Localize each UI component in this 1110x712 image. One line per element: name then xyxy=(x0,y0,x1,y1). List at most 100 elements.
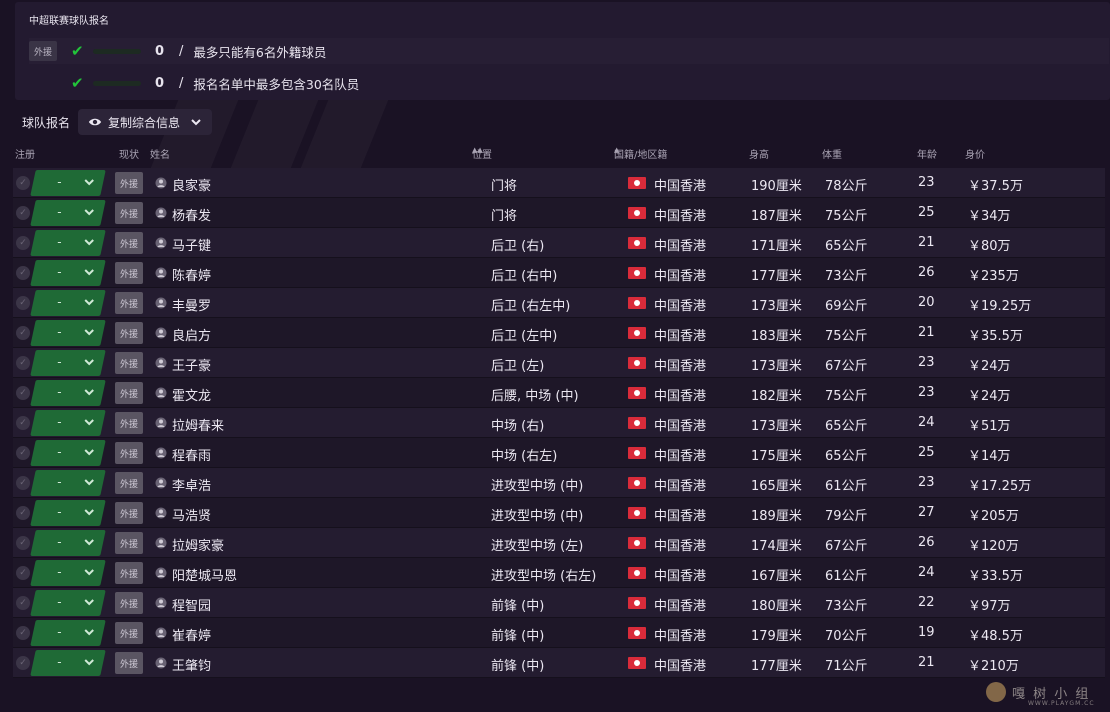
player-name[interactable]: 马子键 xyxy=(172,235,211,254)
col-register[interactable]: 注册 xyxy=(15,146,35,161)
col-value[interactable]: 身价 xyxy=(965,146,985,161)
register-check-icon[interactable]: ✓ xyxy=(16,446,30,460)
table-row[interactable]: ✓ - 外援 马子键 后卫 (右) 中国香港 171厘米 65公斤 21 ￥80万 xyxy=(13,228,1105,258)
player-nationality: 中国香港 xyxy=(654,419,707,434)
foreign-player-tag[interactable]: 外援 xyxy=(115,412,143,434)
status-select[interactable]: - xyxy=(30,470,106,496)
status-select[interactable]: - xyxy=(30,320,106,346)
foreign-player-tag[interactable]: 外援 xyxy=(115,562,143,584)
status-select[interactable]: - xyxy=(30,500,106,526)
status-select[interactable]: - xyxy=(30,650,106,676)
register-check-icon[interactable]: ✓ xyxy=(16,266,30,280)
status-select[interactable]: - xyxy=(30,440,106,466)
status-select[interactable]: - xyxy=(30,560,106,586)
table-row[interactable]: ✓ - 外援 拉姆春来 中场 (右) 中国香港 173厘米 65公斤 24 ￥51万 xyxy=(13,408,1105,438)
table-row[interactable]: ✓ - 外援 陈春婷 后卫 (右中) 中国香港 177厘米 73公斤 26 ￥235万 xyxy=(13,258,1105,288)
status-select[interactable]: - xyxy=(30,200,106,226)
player-name[interactable]: 王子豪 xyxy=(172,355,211,374)
status-select[interactable]: - xyxy=(30,530,106,556)
table-row[interactable]: ✓ - 外援 李卓浩 进攻型中场 (中) 中国香港 165厘米 61公斤 23 ￥17.25万 xyxy=(13,468,1105,498)
foreign-player-tag[interactable]: 外援 xyxy=(115,232,143,254)
status-select[interactable]: - xyxy=(30,350,106,376)
table-row[interactable]: ✓ - 外援 霍文龙 后腰, 中场 (中) 中国香港 182厘米 75公斤 23 ￥24万 xyxy=(13,378,1105,408)
quota-progress-bar xyxy=(93,80,141,86)
table-row[interactable]: ✓ - 外援 王肇钧 前锋 (中) 中国香港 177厘米 71公斤 21 ￥210万 xyxy=(13,648,1105,678)
register-check-icon[interactable]: ✓ xyxy=(16,326,30,340)
table-row[interactable]: ✓ - 外援 程智园 前锋 (中) 中国香港 180厘米 73公斤 22 ￥97万 xyxy=(13,588,1105,618)
player-name[interactable]: 阳楚城马恩 xyxy=(172,565,237,584)
copy-info-button[interactable]: 复制综合信息 xyxy=(78,109,213,135)
player-name[interactable]: 霍文龙 xyxy=(172,385,211,404)
player-name[interactable]: 李卓浩 xyxy=(172,475,211,494)
table-row[interactable]: ✓ - 外援 马浩贤 进攻型中场 (中) 中国香港 189厘米 79公斤 27 ￥205万 xyxy=(13,498,1105,528)
status-select[interactable]: - xyxy=(30,590,106,616)
register-check-icon[interactable]: ✓ xyxy=(16,236,30,250)
foreign-player-tag[interactable]: 外援 xyxy=(115,442,143,464)
table-row[interactable]: ✓ - 外援 良启方 后卫 (左中) 中国香港 183厘米 75公斤 21 ￥35.5万 xyxy=(13,318,1105,348)
col-weight[interactable]: 体重 xyxy=(822,146,842,161)
table-row[interactable]: ✓ - 外援 拉姆家豪 进攻型中场 (左) 中国香港 174厘米 67公斤 26 ￥120万 xyxy=(13,528,1105,558)
register-check-icon[interactable]: ✓ xyxy=(16,476,30,490)
register-check-icon[interactable]: ✓ xyxy=(16,386,30,400)
foreign-player-tag[interactable]: 外援 xyxy=(115,652,143,674)
status-select[interactable]: - xyxy=(30,290,106,316)
player-name[interactable]: 程智园 xyxy=(172,595,211,614)
player-name[interactable]: 良家豪 xyxy=(172,175,211,194)
watermark-text: 嘎 树 小 组 xyxy=(1012,686,1091,702)
player-name[interactable]: 崔春婷 xyxy=(172,625,211,644)
player-name[interactable]: 拉姆春来 xyxy=(172,415,224,434)
foreign-player-tag[interactable]: 外援 xyxy=(115,532,143,554)
table-row[interactable]: ✓ - 外援 良家豪 门将 中国香港 190厘米 78公斤 23 ￥37.5万 xyxy=(13,168,1105,198)
register-check-icon[interactable]: ✓ xyxy=(16,416,30,430)
person-icon xyxy=(155,597,167,609)
foreign-player-tag[interactable]: 外援 xyxy=(115,292,143,314)
register-check-icon[interactable]: ✓ xyxy=(16,506,30,520)
register-check-icon[interactable]: ✓ xyxy=(16,206,30,220)
foreign-player-tag[interactable]: 外援 xyxy=(115,592,143,614)
foreign-player-tag[interactable]: 外援 xyxy=(115,382,143,404)
player-weight: 69公斤 xyxy=(825,299,868,314)
register-check-icon[interactable]: ✓ xyxy=(16,176,30,190)
register-check-icon[interactable]: ✓ xyxy=(16,566,30,580)
col-age[interactable]: 年龄 xyxy=(917,146,937,161)
col-name[interactable]: 姓名 xyxy=(150,146,170,161)
status-select[interactable]: - xyxy=(30,380,106,406)
register-check-icon[interactable]: ✓ xyxy=(16,596,30,610)
status-select[interactable]: - xyxy=(30,410,106,436)
foreign-player-tag[interactable]: 外援 xyxy=(115,322,143,344)
col-status[interactable]: 现状 xyxy=(119,146,139,161)
player-name[interactable]: 王肇钧 xyxy=(172,655,211,674)
player-name[interactable]: 丰曼罗 xyxy=(172,295,211,314)
table-row[interactable]: ✓ - 外援 丰曼罗 后卫 (右左中) 中国香港 173厘米 69公斤 20 ￥19.25万 xyxy=(13,288,1105,318)
foreign-player-tag[interactable]: 外援 xyxy=(115,472,143,494)
register-check-icon[interactable]: ✓ xyxy=(16,536,30,550)
table-row[interactable]: ✓ - 外援 阳楚城马恩 进攻型中场 (右左) 中国香港 167厘米 61公斤 24 ￥33.5万 xyxy=(13,558,1105,588)
status-select[interactable]: - xyxy=(30,170,106,196)
foreign-player-tag[interactable]: 外援 xyxy=(115,502,143,524)
hong-kong-flag-icon xyxy=(628,567,646,579)
player-name[interactable]: 良启方 xyxy=(172,325,211,344)
player-name[interactable]: 拉姆家豪 xyxy=(172,535,224,554)
col-height[interactable]: 身高 xyxy=(749,146,769,161)
status-select[interactable]: - xyxy=(30,230,106,256)
table-row[interactable]: ✓ - 外援 王子豪 后卫 (左) 中国香港 173厘米 67公斤 23 ￥24万 xyxy=(13,348,1105,378)
register-check-icon[interactable]: ✓ xyxy=(16,296,30,310)
register-check-icon[interactable]: ✓ xyxy=(16,626,30,640)
table-row[interactable]: ✓ - 外援 崔春婷 前锋 (中) 中国香港 179厘米 70公斤 19 ￥48.5万 xyxy=(13,618,1105,648)
status-select[interactable]: - xyxy=(30,260,106,286)
table-row[interactable]: ✓ - 外援 杨春发 门将 中国香港 187厘米 75公斤 25 ￥34万 xyxy=(13,198,1105,228)
foreign-player-tag[interactable]: 外援 xyxy=(115,352,143,374)
foreign-player-tag[interactable]: 外援 xyxy=(115,202,143,224)
player-name[interactable]: 杨春发 xyxy=(172,205,211,224)
register-check-icon[interactable]: ✓ xyxy=(16,656,30,670)
foreign-player-tag[interactable]: 外援 xyxy=(115,622,143,644)
player-name[interactable]: 陈春婷 xyxy=(172,265,211,284)
foreign-player-tag[interactable]: 外援 xyxy=(115,172,143,194)
register-check-icon[interactable]: ✓ xyxy=(16,356,30,370)
player-name[interactable]: 马浩贤 xyxy=(172,505,211,524)
status-select[interactable]: - xyxy=(30,620,106,646)
player-name[interactable]: 程春雨 xyxy=(172,445,211,464)
foreign-player-tag[interactable]: 外援 xyxy=(115,262,143,284)
player-value: ￥24万 xyxy=(968,389,1011,404)
table-row[interactable]: ✓ - 外援 程春雨 中场 (右左) 中国香港 175厘米 65公斤 25 ￥14万 xyxy=(13,438,1105,468)
